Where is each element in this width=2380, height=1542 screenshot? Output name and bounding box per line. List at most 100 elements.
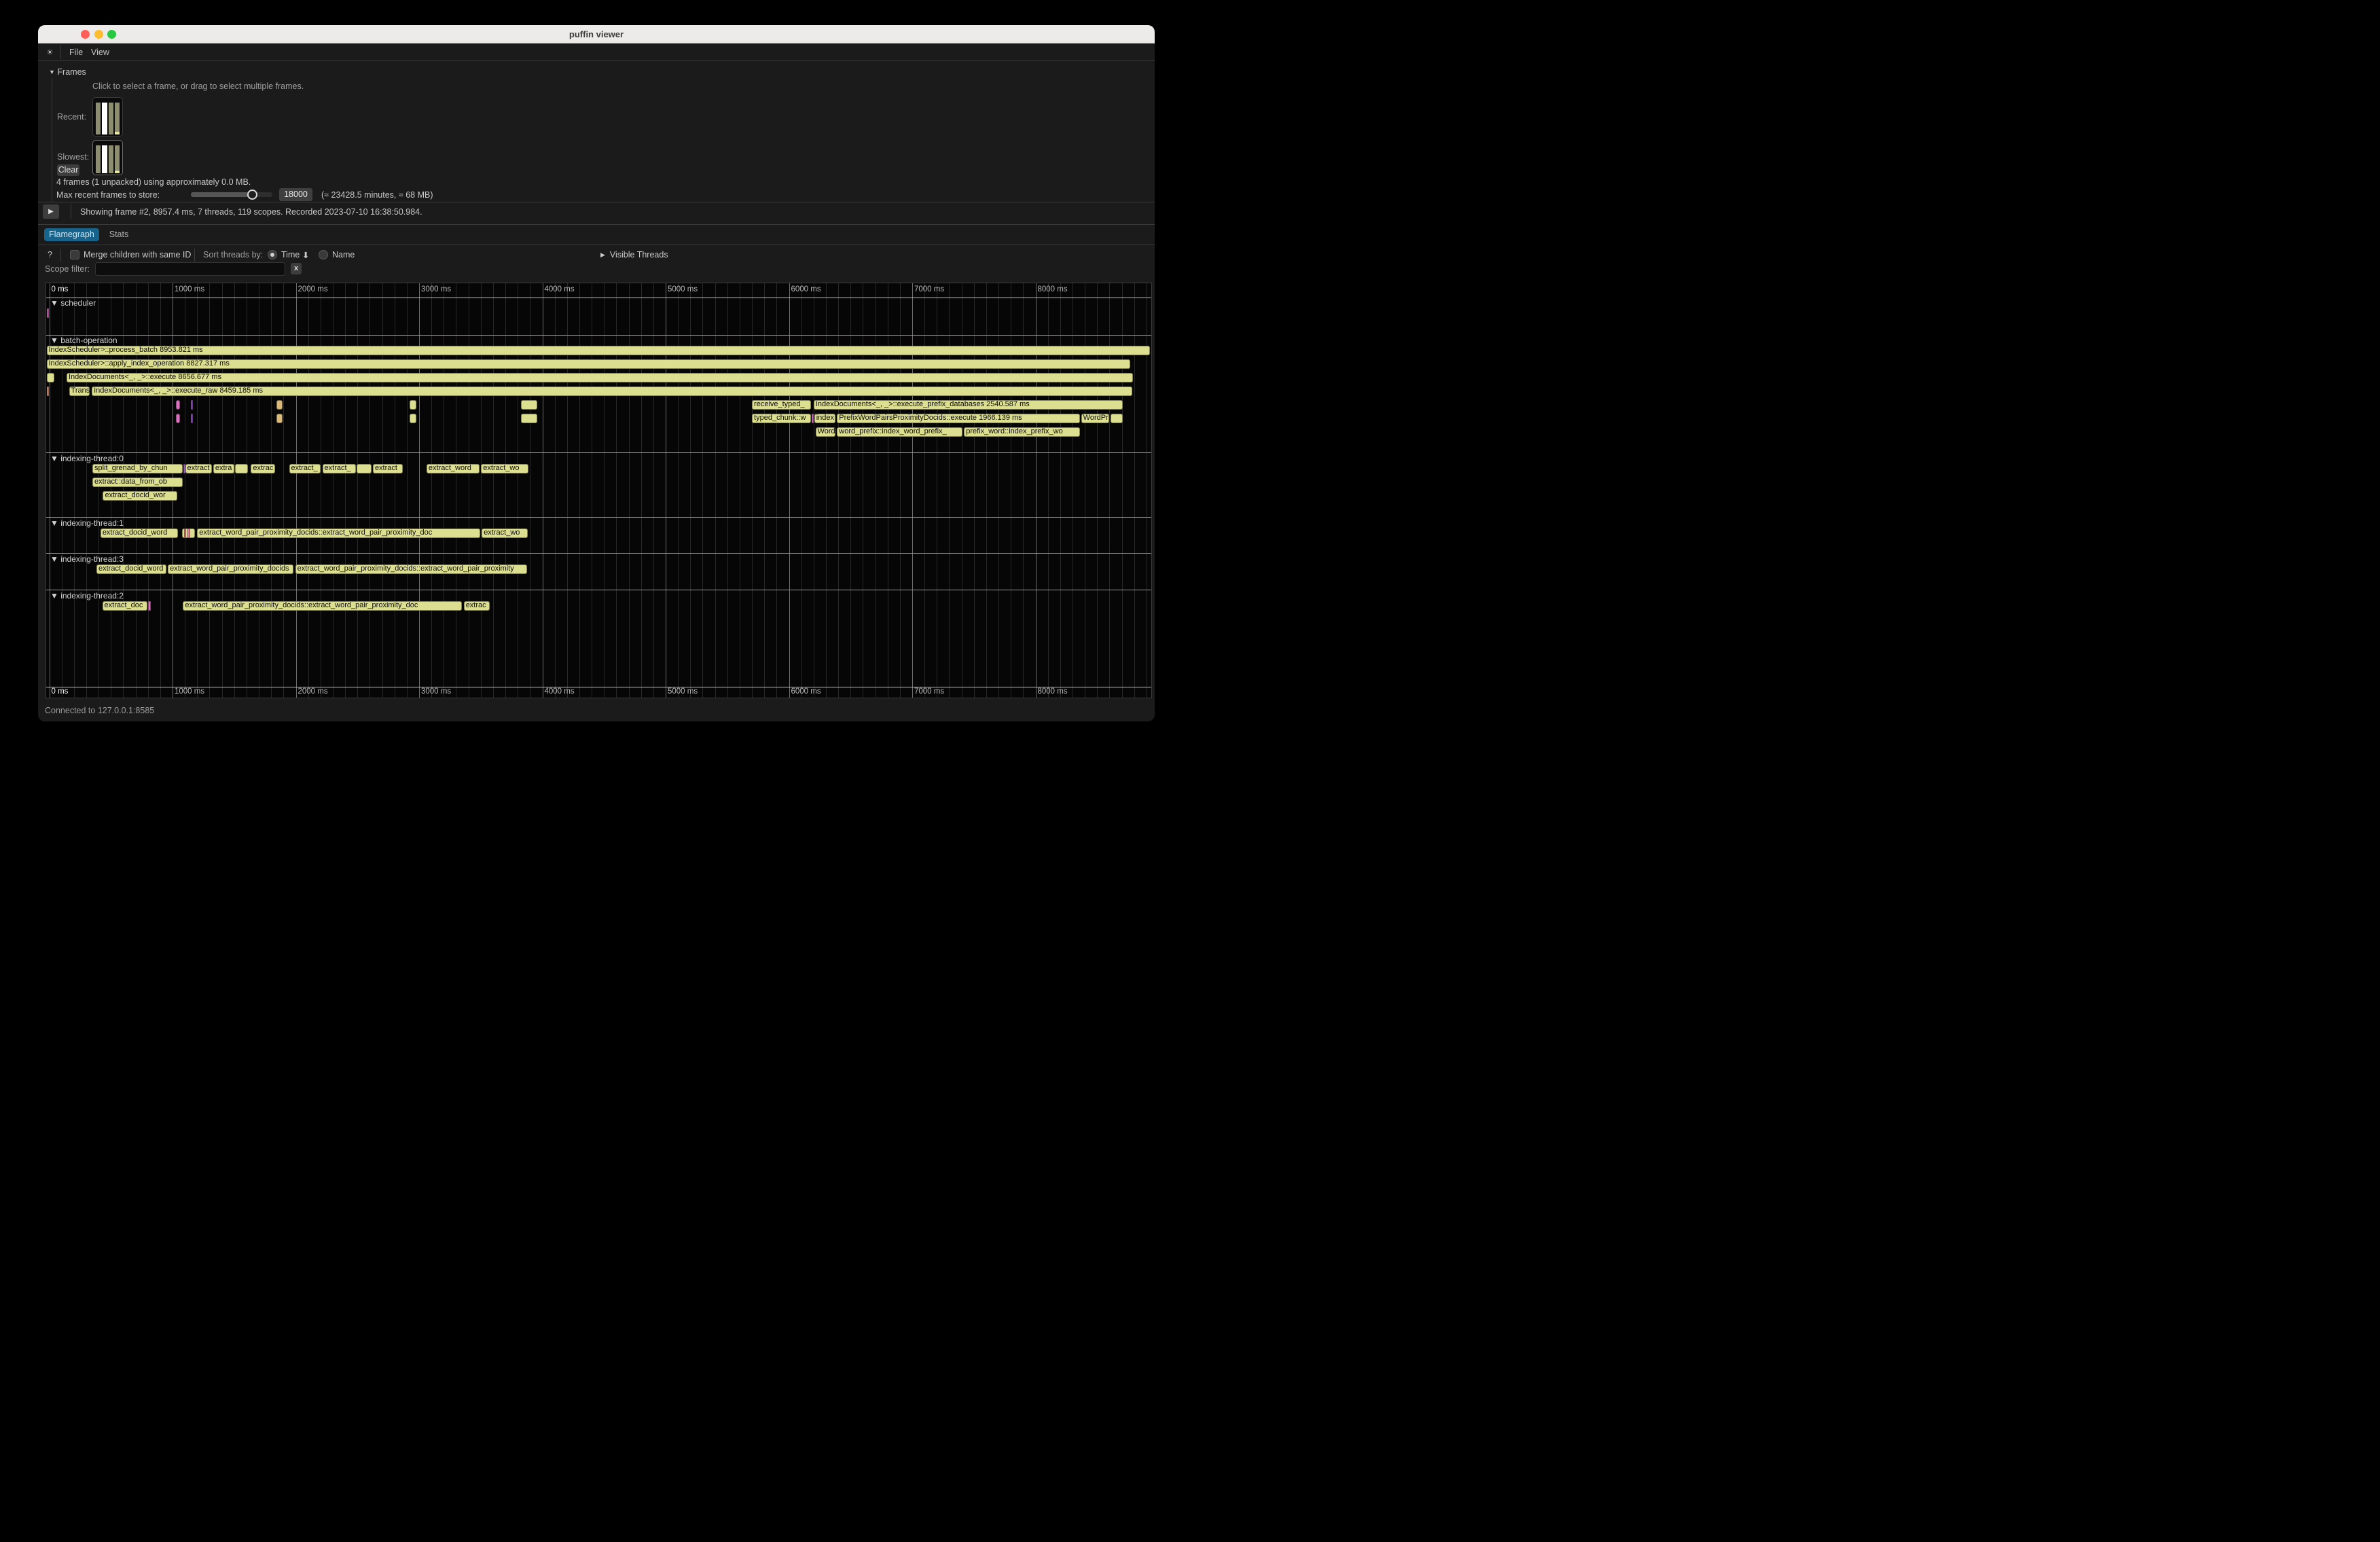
sort-name-radio[interactable] <box>319 250 328 259</box>
flamegraph-scope-bar-small[interactable] <box>812 414 814 423</box>
flamegraph-scope-bar-small[interactable] <box>47 373 54 382</box>
flamegraph-scope-bar[interactable]: PrefixWordPairsProximityDocids::execute … <box>837 414 1080 423</box>
max-frames-slider[interactable] <box>191 192 272 197</box>
thread-label-batch-operation[interactable]: ▼ batch-operation <box>50 336 118 345</box>
flamegraph-scope-bar[interactable]: extract_word_pair_proximity_docids::extr… <box>197 528 480 538</box>
merge-children-checkbox[interactable] <box>70 250 79 259</box>
flamegraph-scope-bar[interactable]: split_grenad_by_chun <box>92 464 183 473</box>
recent-label: Recent: <box>57 112 86 122</box>
separator <box>60 249 61 262</box>
help-button[interactable]: ? <box>48 250 52 259</box>
flamegraph-scope-bar[interactable]: extract_docid_word <box>96 564 166 574</box>
time-axis-tick: 3000 ms <box>421 285 451 293</box>
frames-section-header[interactable]: ▼ Frames <box>49 67 86 77</box>
flamegraph-scope-bar-small[interactable] <box>187 528 190 538</box>
flamegraph-scope-bar-small[interactable] <box>1111 414 1123 423</box>
flamegraph-scope-bar[interactable]: IndexScheduler>::process_batch 8953.821 … <box>47 346 1151 355</box>
flamegraph-scope-bar[interactable]: extract_docid_word <box>101 528 178 538</box>
frame-thumbnail-bar <box>102 103 107 135</box>
flamegraph-scope-bar[interactable]: WordPr <box>1081 414 1110 423</box>
flamegraph-scope-bar[interactable]: extrac <box>251 464 275 473</box>
title-bar[interactable]: puffin viewer <box>38 25 1155 43</box>
tab-stats[interactable]: Stats <box>106 228 132 241</box>
clear-button[interactable]: Clear <box>57 164 79 176</box>
flamegraph-scope-bar[interactable]: extract_word_pair_proximity_docids::extr… <box>295 564 527 574</box>
time-axis-tick: 5000 ms <box>668 687 698 696</box>
frame-thumbnail-bar <box>96 145 101 173</box>
flamegraph-scope-bar-small[interactable] <box>184 528 186 538</box>
flamegraph-scope-bar[interactable]: receive_typed_ <box>752 400 811 410</box>
flamegraph-scope-bar-small[interactable] <box>276 400 282 410</box>
flamegraph-scope-bar[interactable]: extract_doc <box>103 601 148 611</box>
menu-view[interactable]: View <box>91 43 109 61</box>
sort-direction-arrow-icon[interactable]: ⬇ <box>302 250 309 260</box>
flamegraph-scope-bar[interactable]: extra <box>213 464 234 473</box>
time-axis-tick: 1000 ms <box>175 687 204 696</box>
flamegraph-scope-bar[interactable]: extrac <box>464 601 490 611</box>
flamegraph-scope-bar-small[interactable] <box>410 400 416 410</box>
flamegraph-scope-bar[interactable]: extract_word_pair_proximity_docids <box>168 564 293 574</box>
thread-label-indexing-thread-2[interactable]: ▼ indexing-thread:2 <box>50 591 124 600</box>
flamegraph-scope-bar-small[interactable] <box>148 601 151 611</box>
flamegraph-scope-bar-small[interactable] <box>176 414 179 423</box>
frames-hint: Click to select a frame, or drag to sele… <box>92 82 304 91</box>
flamegraph-scope-bar-small[interactable] <box>521 414 538 423</box>
menu-file[interactable]: File <box>69 43 83 61</box>
flamegraph-scope-bar-small[interactable] <box>176 400 179 410</box>
recent-frames-thumbnail[interactable] <box>92 97 123 137</box>
flamegraph-scope-bar[interactable]: index <box>814 414 836 423</box>
tab-flamegraph[interactable]: Flamegraph <box>44 228 99 241</box>
flamegraph-scope-bar[interactable]: Word <box>816 427 836 437</box>
flamegraph-scope-bar[interactable]: extract <box>185 464 213 473</box>
flamegraph-scope-bar-small[interactable] <box>521 400 538 410</box>
flamegraph-scope-bar-small[interactable] <box>191 400 193 410</box>
flamegraph-scope-bar[interactable]: extract_ <box>289 464 321 473</box>
frame-thumbnail-bar <box>115 145 120 173</box>
flamegraph-scope-bar-small[interactable] <box>276 414 282 423</box>
flamegraph-scope-bar[interactable]: extract_wo <box>481 464 528 473</box>
flamegraph-scope-bar[interactable]: Trans <box>69 387 90 396</box>
max-frames-value[interactable]: 18000 <box>279 188 312 201</box>
flamegraph-scope-bar[interactable]: word_prefix::index_word_prefix_ <box>837 427 962 437</box>
theme-sun-icon[interactable]: ☀ <box>46 43 54 61</box>
flamegraph-scope-bar-small[interactable] <box>191 414 193 423</box>
scope-filter-input[interactable] <box>95 262 285 276</box>
flamegraph-scope-bar[interactable]: extract_word_pair_proximity_docids::extr… <box>183 601 462 611</box>
flamegraph-scope-bar[interactable]: prefix_word::index_prefix_wo <box>964 427 1080 437</box>
flamegraph-scope-bar[interactable]: typed_chunk::w <box>752 414 811 423</box>
flamegraph-panel[interactable]: 0 ms0 ms1000 ms1000 ms2000 ms2000 ms3000… <box>46 283 1152 698</box>
flamegraph-scope-bar[interactable]: IndexDocuments<_, _>::execute 8656.677 m… <box>67 373 1133 382</box>
flamegraph-scope-bar[interactable]: extract_docid_wor <box>103 491 177 501</box>
flamegraph-scope-bar[interactable]: extract::data_from_ob <box>92 478 183 487</box>
thread-label-scheduler[interactable]: ▼ scheduler <box>50 298 96 308</box>
frames-summary: 4 frames (1 unpacked) using approximatel… <box>56 177 251 187</box>
thread-label-indexing-thread-0[interactable]: ▼ indexing-thread:0 <box>50 454 124 463</box>
thread-label-indexing-thread-1[interactable]: ▼ indexing-thread:1 <box>50 518 124 528</box>
flamegraph-scope-bar-small[interactable] <box>235 464 248 473</box>
flamegraph-scope-bar-small[interactable] <box>410 414 416 423</box>
sort-time-radio[interactable] <box>268 250 277 259</box>
flamegraph-scope-bar-small[interactable] <box>47 387 49 396</box>
flamegraph-scope-bar-small[interactable] <box>47 308 49 318</box>
flamegraph-scope-bar[interactable]: extract_word <box>427 464 480 473</box>
flamegraph-scope-bar[interactable]: IndexDocuments<_, _>::execute_raw 8459.1… <box>92 387 1132 396</box>
clear-filter-button[interactable]: x <box>291 263 302 274</box>
play-button[interactable]: ▶ <box>43 204 59 219</box>
merge-children-label[interactable]: Merge children with same ID <box>84 250 191 259</box>
max-frames-label: Max recent frames to store: <box>56 190 160 200</box>
flamegraph-scope-bar[interactable]: extract_ <box>323 464 356 473</box>
sort-time-label[interactable]: Time <box>281 250 300 259</box>
flamegraph-scope-bar[interactable]: IndexScheduler>::apply_index_operation 8… <box>47 359 1131 369</box>
time-axis-tick: 2000 ms <box>298 687 328 696</box>
flamegraph-scope-bar[interactable]: extract_wo <box>482 528 528 538</box>
flamegraph-scope-bar[interactable]: extract <box>373 464 403 473</box>
time-axis-tick: 4000 ms <box>545 687 575 696</box>
flamegraph-scope-bar-small[interactable] <box>357 464 371 473</box>
time-axis-tick: 6000 ms <box>791 687 821 696</box>
visible-threads-header[interactable]: ▶ Visible Threads <box>600 250 668 259</box>
slowest-frames-thumbnail[interactable] <box>92 140 123 175</box>
flamegraph-scope-bar[interactable]: IndexDocuments<_, _>::execute_prefix_dat… <box>814 400 1123 410</box>
slider-knob[interactable] <box>247 190 257 200</box>
thread-label-indexing-thread-3[interactable]: ▼ indexing-thread:3 <box>50 554 124 564</box>
sort-name-label[interactable]: Name <box>332 250 355 259</box>
